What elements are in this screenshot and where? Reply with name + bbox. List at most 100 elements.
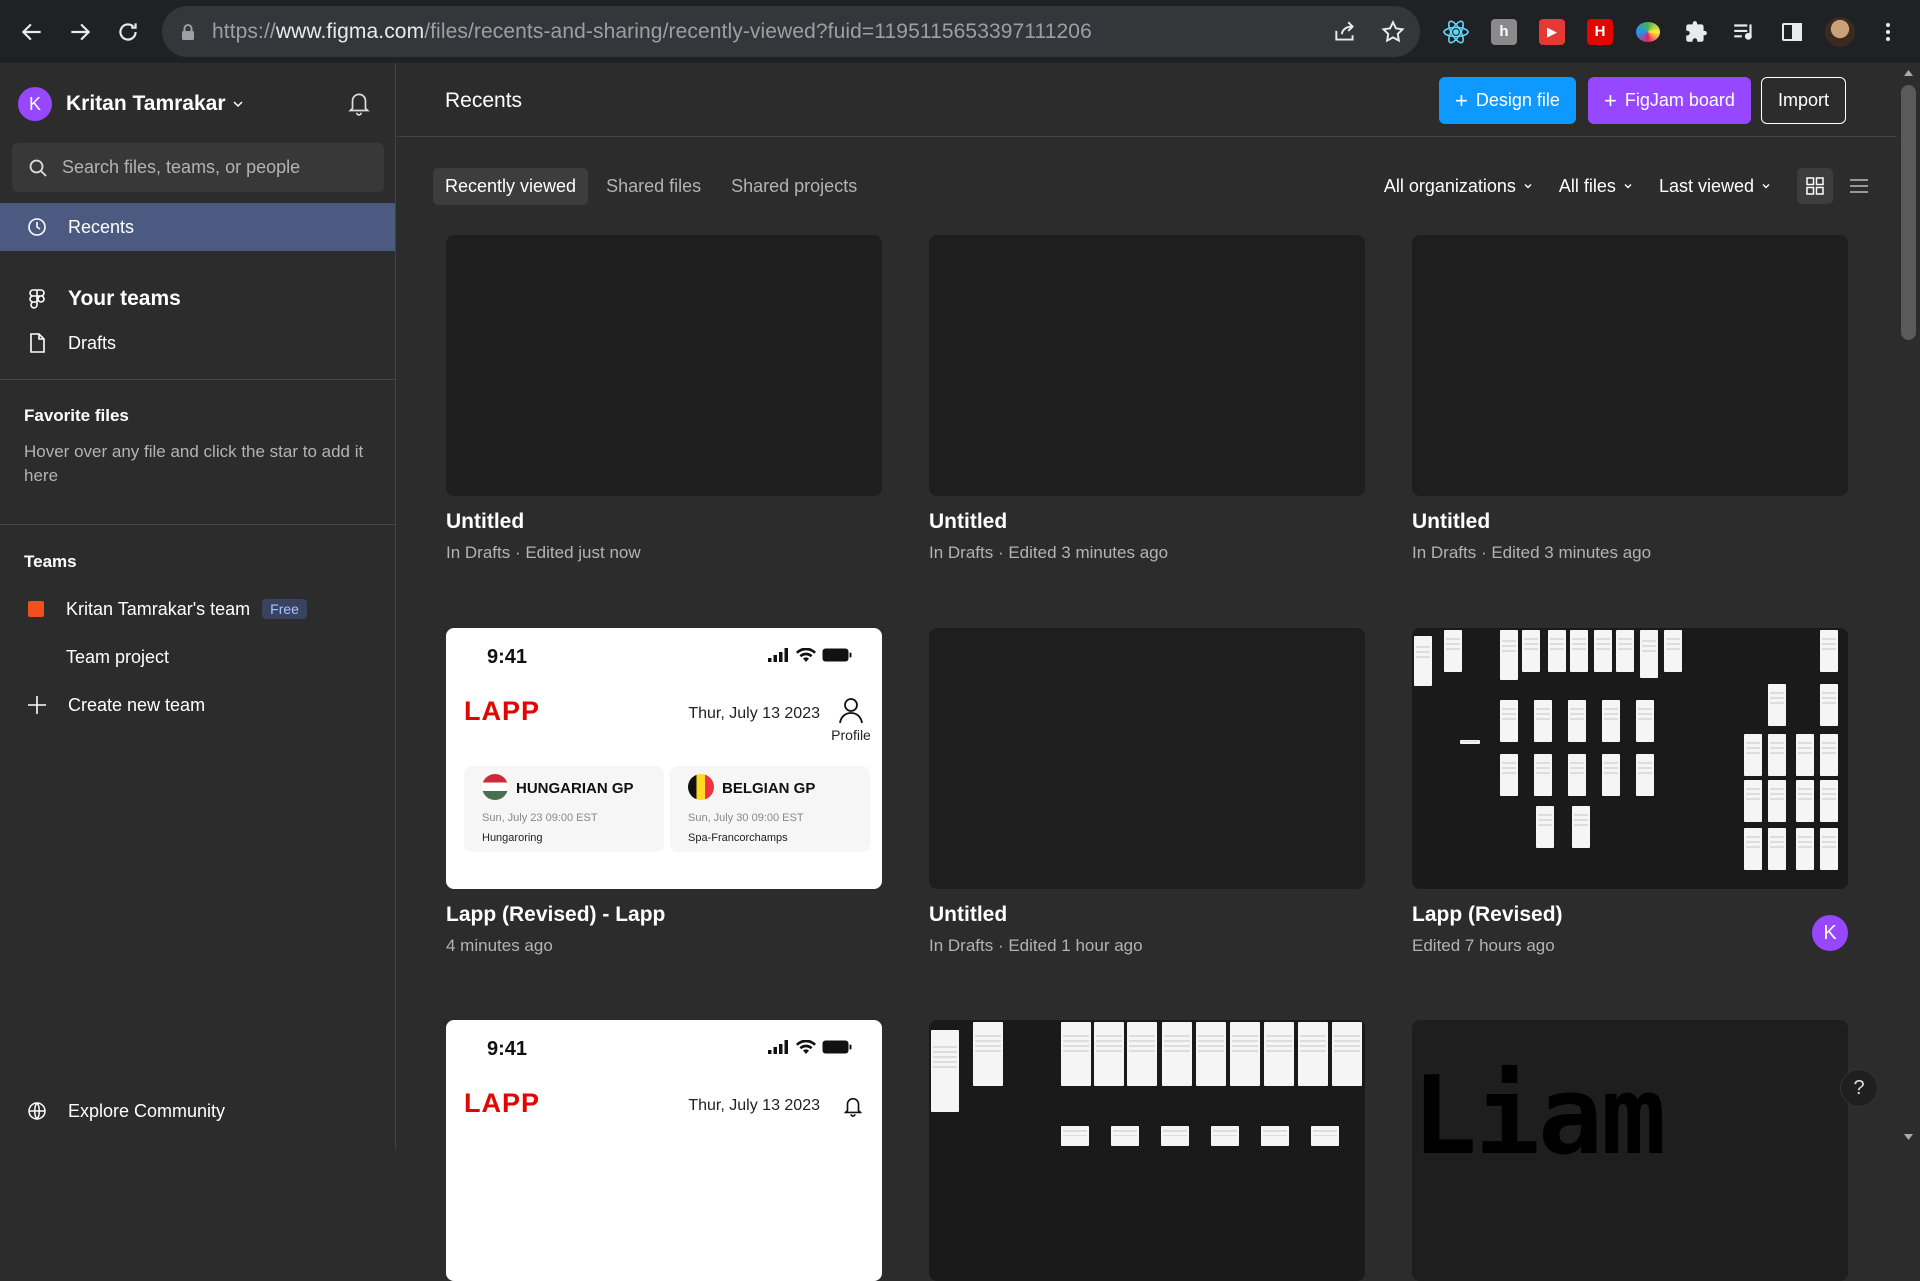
user-name: Kritan Tamrakar [66,92,226,115]
filter-label: Last viewed [1658,175,1754,196]
wifi-icon [796,648,816,662]
thumb-time: 9:41 [487,1038,528,1060]
h-red-extension[interactable]: H [1576,8,1624,56]
grid-view-button[interactable] [1797,168,1833,204]
react-devtools-extension[interactable] [1432,8,1480,56]
account-switcher[interactable]: K Kritan Tamrakar [18,87,244,121]
race-card: HUNGARIAN GP Sun, July 23 09:00 EST Hung… [464,766,664,852]
sidebar-item-recents[interactable]: Recents [0,203,395,251]
file-title: Lapp (Revised) - Lapp [446,903,666,926]
tab-shared-files[interactable]: Shared files [594,168,713,205]
puzzle-icon [1686,20,1707,42]
plus-icon [28,696,46,714]
react-icon [1443,20,1469,43]
profile-avatar [1825,16,1855,47]
arrow-right-icon [71,23,91,40]
h-extension[interactable]: h [1480,8,1528,56]
file-title: Untitled [929,510,1008,533]
color-icon [1636,21,1660,42]
create-team-button[interactable]: Create new team [0,683,395,727]
button-label: FigJam board [1624,90,1735,110]
sidebar-item-drafts[interactable]: Drafts [0,321,395,365]
sidebar-item-team[interactable]: Kritan Tamrakar's team Free [0,587,395,631]
star-icon[interactable] [1380,19,1406,45]
file-card[interactable]: 9:41 LAPP Thur, July 13 2023 Profile HUN… [446,628,882,956]
explore-label: Explore Community [68,1100,226,1121]
sidebar-item-label: Drafts [68,332,117,353]
search-input[interactable] [62,157,362,178]
plus-icon: + [1604,87,1617,113]
import-button[interactable]: Import [1761,77,1847,124]
help-button[interactable]: ? [1840,1069,1878,1107]
new-figjam-board-button[interactable]: + FigJam board [1588,77,1751,124]
sidebar-item-label: Your teams [68,287,181,310]
file-card[interactable]: Untitled In Drafts · Edited 3 minutes ag… [929,235,1365,563]
address-bar[interactable]: https://www.figma.com/files/recents-and-… [162,6,1420,57]
file-card[interactable]: Liam [1412,1020,1848,1281]
bell-icon [843,1097,863,1117]
teams-title: Teams [24,552,77,571]
race-time: Sun, July 23 09:00 EST [482,812,598,824]
file-card[interactable] [929,1020,1365,1281]
create-team-label: Create new team [68,694,206,715]
thumb-time: 9:41 [487,646,528,668]
share-icon[interactable] [1332,19,1358,45]
recents-tabs: Recently viewed Shared files Shared proj… [433,168,875,205]
race-name: HUNGARIAN GP [516,780,634,797]
file-card[interactable]: Untitled In Drafts · Edited 3 minutes ag… [1412,235,1848,563]
plan-badge: Free [262,599,307,619]
lock-icon [182,23,194,40]
chrome-menu-button[interactable] [1864,8,1912,56]
file-type-filter[interactable]: All files [1559,176,1633,197]
race-card: BELGIAN GP Sun, July 30 09:00 EST Spa-Fr… [670,766,870,852]
lapp-logo: LAPP [464,696,541,726]
file-thumbnail: Liam [1412,1020,1848,1281]
signal-icon [768,1040,788,1054]
file-card[interactable]: Untitled In Drafts · Edited 1 hour ago [929,628,1365,956]
page-scrollbar[interactable] [1897,63,1920,1149]
media-button[interactable] [1720,8,1768,56]
file-card[interactable]: Lapp (Revised) Edited 7 hours ago K [1412,628,1848,956]
wifi-icon [796,1040,816,1054]
file-title: Lapp (Revised) [1412,903,1563,926]
favorite-files-title: Favorite files [24,406,129,425]
video-extension[interactable]: ▶ [1528,8,1576,56]
sidebar-item-your-teams[interactable]: Your teams [0,277,395,321]
clock-icon [28,218,46,236]
tab-recently-viewed[interactable]: Recently viewed [433,168,589,205]
thumb-big-text: Liam [1412,1054,1666,1179]
color-extension[interactable] [1624,8,1672,56]
file-card[interactable]: Untitled In Drafts · Edited just now [446,235,882,563]
file-subtitle: In Drafts · Edited 3 minutes ago [1412,543,1652,562]
scroll-up-arrow-icon [1904,70,1913,76]
file-thumbnail [929,628,1365,889]
file-subtitle: 4 minutes ago [446,936,553,955]
file-thumbnail [446,235,882,496]
extensions-button[interactable] [1672,8,1720,56]
profile-button[interactable] [1816,8,1864,56]
file-thumbnail [1412,628,1848,889]
h-icon: h [1491,18,1517,45]
file-card[interactable]: 9:41 LAPP Thur, July 13 2023 [446,1020,882,1281]
hungary-flag-icon [482,774,508,800]
back-button[interactable] [8,8,56,56]
file-subtitle: Edited 7 hours ago [1412,936,1555,955]
sort-filter[interactable]: Last viewed [1659,176,1771,197]
sidebar-item-team-project[interactable]: Team project [0,635,395,679]
divider [0,524,395,525]
new-design-file-button[interactable]: + Design file [1439,77,1576,124]
explore-community-link[interactable]: Explore Community [0,1089,395,1133]
search-box[interactable] [12,143,384,192]
side-panel-button[interactable] [1768,8,1816,56]
forward-button[interactable] [56,8,104,56]
organization-filter[interactable]: All organizations [1384,176,1533,197]
reload-button[interactable] [104,8,152,56]
scrollbar-thumb[interactable] [1901,85,1916,340]
list-icon [1850,179,1868,193]
notifications-bell-icon[interactable] [346,89,372,117]
list-view-button[interactable] [1841,168,1877,204]
globe-icon [28,1102,46,1120]
thumb-profile: Profile [826,696,876,743]
button-label: Import [1778,90,1830,110]
tab-shared-projects[interactable]: Shared projects [719,168,869,205]
